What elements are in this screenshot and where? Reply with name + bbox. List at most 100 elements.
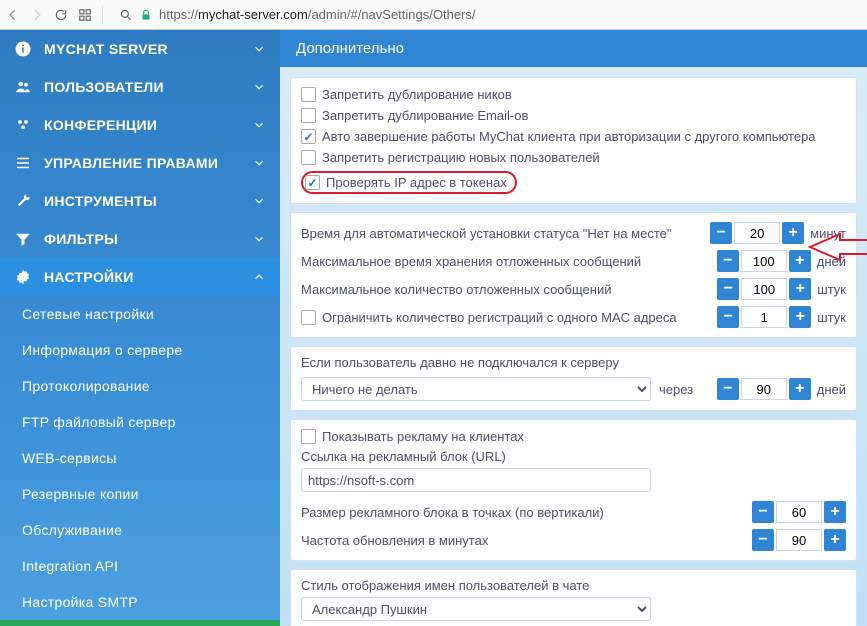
sidebar-subitem-label: Integration API — [22, 558, 266, 574]
label: Если пользователь давно не подключался к… — [301, 353, 846, 374]
minus-button[interactable]: − — [717, 306, 739, 328]
label: Проверять IP адрес в токенах — [326, 175, 507, 190]
value-input[interactable] — [734, 222, 780, 244]
spinner-ad-refresh: − + — [752, 529, 846, 551]
sidebar-subitem[interactable]: Сетевые настройки — [0, 296, 280, 332]
panel-inactive: Если пользователь давно не подключался к… — [290, 346, 857, 411]
checkbox-verify-ip[interactable] — [305, 175, 320, 190]
plus-button[interactable]: + — [824, 501, 846, 523]
label: Максимальное время хранения отложенных с… — [301, 254, 641, 269]
panel-ads: Показывать рекламу на клиентах Ссылка на… — [290, 419, 857, 561]
plus-button[interactable]: + — [789, 306, 811, 328]
page-title: Дополнительно — [280, 30, 867, 67]
sidebar-group-label: УПРАВЛЕНИЕ ПРАВАМИ — [44, 155, 252, 171]
value-input[interactable] — [776, 501, 822, 523]
sidebar-subitem[interactable]: Настройка SMTP — [0, 584, 280, 620]
value-input[interactable] — [741, 250, 787, 272]
sidebar-group-label: ИНСТРУМЕНТЫ — [44, 193, 252, 209]
sidebar-subitem[interactable]: Протоколирование — [0, 368, 280, 404]
sidebar-subitem-label: Информация о сервере — [22, 342, 266, 358]
sidebar-subitem[interactable]: Информация о сервере — [0, 332, 280, 368]
chevron-down-icon — [252, 118, 266, 132]
sidebar-subitem-label: FTP файловый сервер — [22, 414, 266, 430]
address-bar[interactable]: https://mychat-server.com/admin/#/navSet… — [113, 4, 861, 26]
chevron-down-icon — [252, 232, 266, 246]
plus-button[interactable]: + — [789, 378, 811, 400]
sidebar-group-rights[interactable]: УПРАВЛЕНИЕ ПРАВАМИ — [0, 144, 280, 182]
value-input[interactable] — [741, 378, 787, 400]
value-input[interactable] — [741, 278, 787, 300]
reload-icon[interactable] — [54, 8, 68, 22]
sidebar-subitem-label: Протоколирование — [22, 378, 266, 394]
checkbox-forbid-reg[interactable] — [301, 150, 316, 165]
spinner-away-minutes: − + — [710, 222, 804, 244]
forward-icon[interactable] — [30, 8, 44, 22]
sidebar-subitem[interactable]: Integration API — [0, 548, 280, 584]
minus-button[interactable]: − — [717, 250, 739, 272]
url-text: https://mychat-server.com/admin/#/navSet… — [159, 7, 476, 22]
plus-button[interactable]: + — [789, 278, 811, 300]
sidebar-group-users[interactable]: ПОЛЬЗОВАТЕЛИ — [0, 68, 280, 106]
checkbox-show-ads[interactable] — [301, 429, 316, 444]
sidebar-group-label: ФИЛЬТРЫ — [44, 231, 252, 247]
sidebar-subitem-label: Настройка SMTP — [22, 594, 266, 610]
chevron-down-icon — [252, 156, 266, 170]
spinner-inactive-days: − + — [717, 378, 811, 400]
label: Ссылка на рекламный блок (URL) — [301, 447, 846, 468]
label: Запретить дублирование ников — [322, 87, 512, 102]
value-input[interactable] — [741, 306, 787, 328]
checkbox-auto-close[interactable] — [301, 129, 316, 144]
chevron-down-icon — [252, 80, 266, 94]
spinner-max-msgs: − + — [717, 278, 811, 300]
sidebar-subitem[interactable]: Резервные копии — [0, 476, 280, 512]
checkbox-dup-emails[interactable] — [301, 108, 316, 123]
panel-restrictions: Запретить дублирование ников Запретить д… — [290, 77, 857, 204]
sidebar-group-filters[interactable]: ФИЛЬТРЫ — [0, 220, 280, 258]
sidebar-group-settings[interactable]: НАСТРОЙКИ — [0, 258, 280, 296]
minus-button[interactable]: − — [710, 222, 732, 244]
sidebar-group-server[interactable]: MYCHAT SERVER — [0, 30, 280, 68]
ad-url-input[interactable] — [301, 468, 651, 492]
name-style-select[interactable]: Александр Пушкин — [301, 597, 651, 621]
checkbox-dup-nicks[interactable] — [301, 87, 316, 102]
sidebar-subitem[interactable]: WEB-сервисы — [0, 440, 280, 476]
filter-icon — [14, 230, 32, 248]
label: Частота обновления в минутах — [301, 533, 488, 548]
label: Размер рекламного блока в точках (по вер… — [301, 505, 604, 520]
plus-button[interactable]: + — [789, 250, 811, 272]
sidebar-group-label: КОНФЕРЕНЦИИ — [44, 117, 252, 133]
apps-icon[interactable] — [78, 8, 92, 22]
users-icon — [14, 78, 32, 96]
inactive-action-select[interactable]: Ничего не делать — [301, 377, 651, 401]
minus-button[interactable]: − — [717, 278, 739, 300]
back-icon[interactable] — [6, 8, 20, 22]
minus-button[interactable]: − — [717, 378, 739, 400]
panel-limits: Время для автоматической установки стату… — [290, 212, 857, 338]
plus-button[interactable]: + — [824, 529, 846, 551]
sidebar-subitem-label: Обслуживание — [22, 522, 266, 538]
lock-icon — [139, 8, 153, 22]
minus-button[interactable]: − — [752, 501, 774, 523]
sidebar: MYCHAT SERVER ПОЛЬЗОВАТЕЛИ КОНФЕРЕНЦИИ У… — [0, 30, 280, 626]
sidebar-subitem[interactable]: Дополнительно — [0, 620, 280, 626]
checkbox-mac-limit[interactable] — [301, 310, 316, 325]
groups-icon — [14, 116, 32, 134]
minus-button[interactable]: − — [752, 529, 774, 551]
list-icon — [14, 154, 32, 172]
gears-icon — [14, 268, 32, 286]
sidebar-group-label: НАСТРОЙКИ — [44, 269, 252, 285]
chevron-down-icon — [252, 42, 266, 56]
sidebar-subitem[interactable]: Обслуживание — [0, 512, 280, 548]
sidebar-subitem[interactable]: FTP файловый сервер — [0, 404, 280, 440]
unit: дней — [817, 254, 846, 269]
value-input[interactable] — [776, 529, 822, 551]
sidebar-group-tools[interactable]: ИНСТРУМЕНТЫ — [0, 182, 280, 220]
wrench-icon — [14, 192, 32, 210]
spinner-mac-count: − + — [717, 306, 811, 328]
label: Стиль отображения имен пользователей в ч… — [301, 576, 846, 597]
label: Запретить дублирование Email-ов — [322, 108, 528, 123]
label: Ограничить количество регистраций с одно… — [322, 310, 677, 325]
plus-button[interactable]: + — [782, 222, 804, 244]
sidebar-group-conferences[interactable]: КОНФЕРЕНЦИИ — [0, 106, 280, 144]
sidebar-subitem-label: WEB-сервисы — [22, 450, 266, 466]
